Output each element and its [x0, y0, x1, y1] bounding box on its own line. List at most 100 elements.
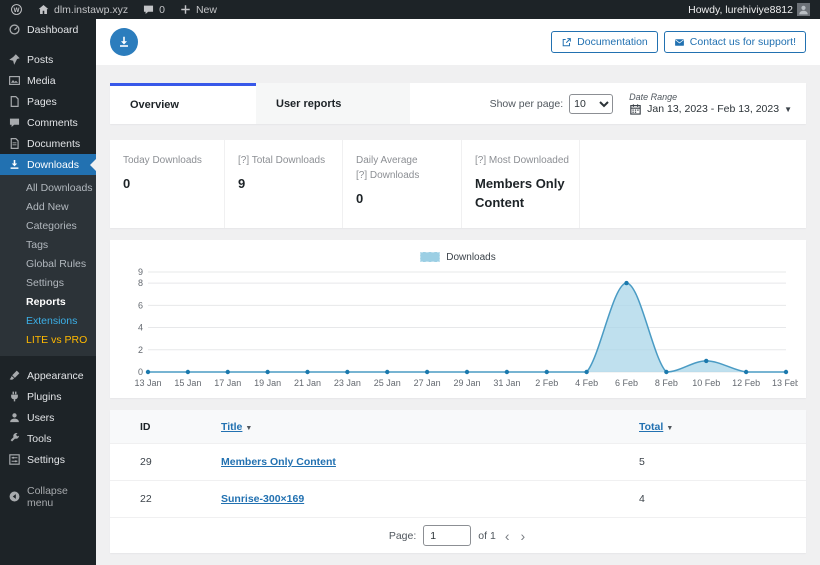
stat-card-3: [?] Most Downloaded Members Only Content	[462, 140, 580, 228]
page-label: Page:	[388, 529, 417, 542]
sidebar-item-pages[interactable]: Pages	[0, 91, 96, 112]
submenu-item-add-new[interactable]: Add New	[0, 198, 96, 217]
sidebar-item-posts[interactable]: Posts	[0, 49, 96, 70]
collapse-menu-button[interactable]: Collapse menu	[0, 485, 96, 509]
stat-value: 0	[356, 191, 364, 206]
sort-by-title[interactable]: Title	[221, 421, 242, 433]
posts-icon	[8, 53, 21, 66]
svg-text:21 Jan: 21 Jan	[294, 378, 321, 388]
sidebar-item-downloads[interactable]: Downloads	[0, 154, 96, 175]
cell-total: 5	[639, 456, 645, 468]
sidebar-item-label: Pages	[27, 95, 57, 108]
tab-overview[interactable]: Overview	[110, 83, 256, 124]
stat-value: 0	[123, 176, 131, 191]
admin-sidebar: Dashboard Posts Media Pages Comments Document…	[0, 19, 96, 565]
svg-text:17 Jan: 17 Jan	[214, 378, 241, 388]
submenu-item-reports[interactable]: Reports	[0, 293, 96, 312]
sidebar-item-label: Dashboard	[27, 23, 79, 36]
sidebar-item-label: Appearance	[27, 369, 84, 382]
users-icon	[8, 411, 21, 424]
admin-bar: W dlm.instawp.xyz 0 New Howdy, lurehiviy…	[0, 0, 820, 19]
sidebar-item-media[interactable]: Media	[0, 70, 96, 91]
chart-legend: Downloads	[118, 250, 798, 264]
chevron-down-icon: ▼	[784, 104, 792, 114]
howdy-text: Howdy, lurehiviye8812	[688, 3, 793, 16]
sidebar-item-plugins[interactable]: Plugins	[0, 386, 96, 407]
sidebar-item-label: Comments	[27, 116, 78, 129]
wordpress-logo-icon: W	[10, 3, 23, 16]
downloads-area-chart[interactable]: 0 2 4 6 89 13 Jan 15 Jan 17 Jan 19 Jan 21 Jan 23 J…	[118, 266, 798, 396]
table-row: 22 Sunrise-300×169 4	[110, 480, 806, 517]
date-range-label: Date Range	[629, 91, 678, 102]
comments-shortcut[interactable]: 0	[142, 3, 165, 16]
sidebar-item-comments[interactable]: Comments	[0, 112, 96, 133]
submenu-item-all-downloads[interactable]: All Downloads	[0, 179, 96, 198]
column-id: ID	[140, 420, 151, 433]
submenu-item-global-rules[interactable]: Global Rules	[0, 255, 96, 274]
cell-id: 29	[140, 456, 152, 468]
svg-text:W: W	[14, 7, 20, 14]
tab-user-reports[interactable]: User reports	[256, 83, 410, 124]
svg-text:25 Jan: 25 Jan	[374, 378, 401, 388]
stat-value: Members Only Content	[475, 176, 565, 210]
per-page-select[interactable]: 10	[569, 93, 614, 114]
downloads-chart-card: Downloads 0 2 4 6 8 9 13 Jan 15 Jan 17 Jan 19 Jan…	[110, 240, 806, 398]
next-page-button[interactable]: ›	[518, 529, 527, 543]
svg-text:23 Jan: 23 Jan	[334, 378, 361, 388]
sidebar-item-label: Users	[27, 411, 55, 424]
download-title-link[interactable]: Sunrise-300×169	[221, 493, 304, 505]
legend-swatch-downloads	[420, 252, 441, 262]
submenu-item-tags[interactable]: Tags	[0, 236, 96, 255]
documentation-button[interactable]: Documentation	[551, 31, 658, 53]
downloads-icon	[8, 158, 21, 171]
comments-bubble-icon	[142, 3, 155, 16]
sidebar-item-settings[interactable]: Settings	[0, 449, 96, 470]
documents-icon	[8, 137, 21, 150]
documentation-label: Documentation	[577, 36, 648, 48]
svg-text:10 Feb: 10 Feb	[692, 378, 720, 388]
plus-icon	[179, 3, 192, 16]
wordpress-menu[interactable]: W	[10, 3, 23, 16]
submenu-item-categories[interactable]: Categories	[0, 217, 96, 236]
account-menu[interactable]: Howdy, lurehiviye8812	[688, 3, 810, 16]
sidebar-item-label: Downloads	[27, 158, 79, 171]
stat-label: [?] Total Downloads	[238, 155, 326, 166]
email-icon	[674, 37, 685, 48]
stat-card-1: [?] Total Downloads 9	[225, 140, 343, 228]
submenu-item-extensions[interactable]: Extensions	[0, 312, 96, 331]
sidebar-item-appearance[interactable]: Appearance	[0, 365, 96, 386]
sort-by-total[interactable]: Total	[639, 421, 663, 433]
submenu-item-lite-vs-pro[interactable]: LITE vs PRO	[0, 331, 96, 350]
sort-caret-icon: ▼	[245, 424, 253, 432]
date-range-picker[interactable]: Jan 13, 2023 - Feb 13, 2023 ▼	[629, 103, 792, 116]
sidebar-item-tools[interactable]: Tools	[0, 428, 96, 449]
stat-label: [?] Most Downloaded	[475, 155, 569, 166]
date-range-value: Jan 13, 2023 - Feb 13, 2023	[647, 103, 780, 115]
plugin-header: Documentation Contact us for support!	[96, 19, 820, 65]
sidebar-item-label: Documents	[27, 137, 81, 150]
downloads-table: ID Title ▼ Total ▼ 29 Members Only Content 5…	[110, 410, 806, 553]
download-title-link[interactable]: Members Only Content	[221, 456, 336, 468]
contact-label: Contact us for support!	[689, 36, 796, 48]
page-number-input[interactable]	[423, 525, 472, 546]
tab-user-reports-label: User reports	[276, 97, 342, 110]
site-name: dlm.instawp.xyz	[54, 3, 129, 16]
sidebar-item-users[interactable]: Users	[0, 407, 96, 428]
site-link[interactable]: dlm.instawp.xyz	[37, 3, 128, 16]
svg-text:13 Jan: 13 Jan	[134, 378, 161, 388]
page-total-label: of 1	[478, 529, 496, 542]
comments-icon	[8, 116, 21, 129]
table-row: 29 Members Only Content 5	[110, 443, 806, 480]
contact-support-button[interactable]: Contact us for support!	[663, 31, 806, 53]
sidebar-item-documents[interactable]: Documents	[0, 133, 96, 154]
home-icon	[37, 3, 50, 16]
downloads-submenu: All Downloads Add New Categories Tags Global…	[0, 175, 96, 356]
submenu-item-settings[interactable]: Settings	[0, 274, 96, 293]
previous-page-button[interactable]: ‹	[503, 529, 512, 543]
svg-text:2 Feb: 2 Feb	[535, 378, 558, 388]
stat-card-0: Today Downloads 0	[110, 140, 225, 228]
new-content-menu[interactable]: New	[179, 3, 217, 16]
main-content: Documentation Contact us for support! Ov…	[96, 19, 820, 565]
avatar	[797, 3, 810, 16]
sidebar-item-dashboard[interactable]: Dashboard	[0, 19, 96, 40]
